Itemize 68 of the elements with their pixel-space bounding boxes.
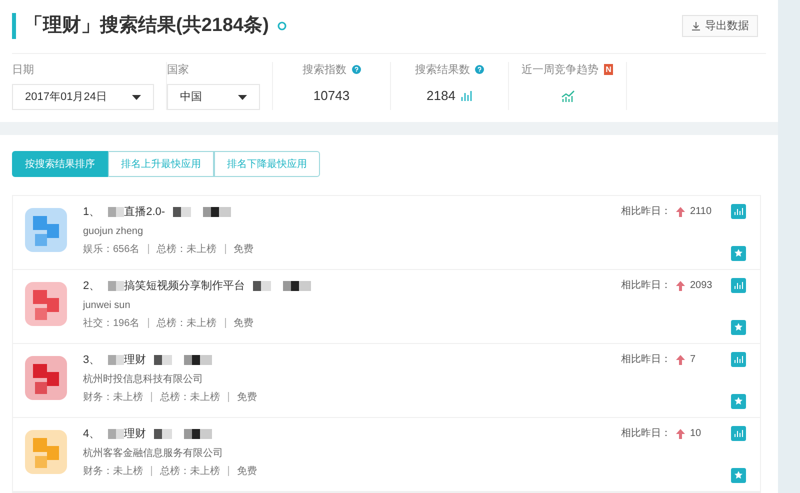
- chart-button[interactable]: [731, 352, 746, 367]
- price-label: 免费: [237, 464, 257, 478]
- price-label: 免费: [237, 390, 257, 404]
- change-value: 2093: [690, 279, 712, 293]
- pixelated-text: [108, 355, 124, 366]
- overall-rank: 总榜：未上榜: [156, 316, 217, 330]
- pixelated-text: [108, 429, 124, 440]
- developer-name: guojun zheng: [83, 224, 144, 238]
- chart-button[interactable]: [731, 426, 746, 441]
- overall-rank: 总榜：未上榜: [156, 242, 217, 256]
- category-rank: 社交：196名: [83, 316, 140, 330]
- app-title: 3、: [83, 353, 100, 368]
- arrow-up-icon: [676, 280, 685, 290]
- app-title: 理财: [124, 427, 146, 442]
- category-rank: 娱乐：656名: [83, 242, 140, 256]
- overall-rank: 总榜：未上榜: [160, 390, 220, 404]
- help-icon: [475, 65, 484, 74]
- pixelated-text: [108, 207, 124, 218]
- dropdown[interactable]: 中国: [167, 84, 260, 110]
- metric-value: 10743: [313, 87, 350, 106]
- category-rank: 财务：未上榜: [83, 390, 143, 404]
- page-title: 「理财」搜索结果(共2184条): [24, 14, 269, 38]
- category-rank: 财务：未上榜: [83, 464, 143, 478]
- metric-value: 2184: [426, 87, 456, 106]
- favorite-button[interactable]: [731, 468, 746, 483]
- metric-label: 搜索结果数: [415, 62, 470, 78]
- price-label: 免费: [234, 242, 254, 256]
- developer-name: 杭州时投信息科技有限公司: [83, 372, 204, 386]
- export-button[interactable]: 导出数据: [682, 15, 758, 38]
- change-label: 相比昨日：: [621, 426, 671, 441]
- dropdown[interactable]: 2017年01月24日: [12, 84, 154, 110]
- change-value: 2110: [690, 205, 712, 219]
- caret-icon: [132, 94, 141, 100]
- app-title: 1、: [83, 205, 100, 220]
- metric-label: 搜索指数: [302, 62, 346, 78]
- app-title: 理财: [124, 353, 146, 368]
- price-label: 免费: [234, 316, 254, 330]
- change-value: 10: [690, 427, 702, 441]
- arrow-up-icon: [676, 354, 685, 364]
- app-title: 直播2.0-: [124, 205, 166, 220]
- favorite-button[interactable]: [731, 246, 746, 261]
- filter-label: 国家: [167, 62, 190, 78]
- arrow-up-icon: [676, 428, 685, 438]
- change-label: 相比昨日：: [621, 278, 671, 293]
- change-value: 7: [690, 353, 696, 367]
- filter-label: 日期: [12, 62, 35, 78]
- download-icon: [691, 21, 701, 32]
- chart-button[interactable]: [731, 204, 746, 219]
- favorite-button[interactable]: [731, 394, 746, 409]
- developer-name: junwei sun: [83, 298, 132, 312]
- pixelated-text: [108, 281, 124, 292]
- new-badge: N: [604, 64, 614, 76]
- refresh-icon: [276, 21, 287, 32]
- overall-rank: 总榜：未上榜: [160, 464, 220, 478]
- trend-chart-icon[interactable]: [560, 90, 574, 102]
- app-title: 2、: [83, 279, 100, 294]
- favorite-button[interactable]: [731, 320, 746, 335]
- app-title: 搞笑短视频分享制作平台: [124, 278, 246, 294]
- developer-name: 杭州客客金融信息服务有限公司: [83, 446, 224, 460]
- app-title: 4、: [83, 427, 100, 442]
- arrow-up-icon: [676, 206, 685, 216]
- caret-icon: [238, 94, 247, 100]
- change-label: 相比昨日：: [621, 352, 671, 367]
- bar-chart-icon[interactable]: [461, 91, 472, 101]
- help-icon: [352, 65, 360, 74]
- metric-label: 近一周竞争趋势: [522, 62, 599, 78]
- chart-button[interactable]: [731, 278, 746, 293]
- change-label: 相比昨日：: [621, 204, 671, 219]
